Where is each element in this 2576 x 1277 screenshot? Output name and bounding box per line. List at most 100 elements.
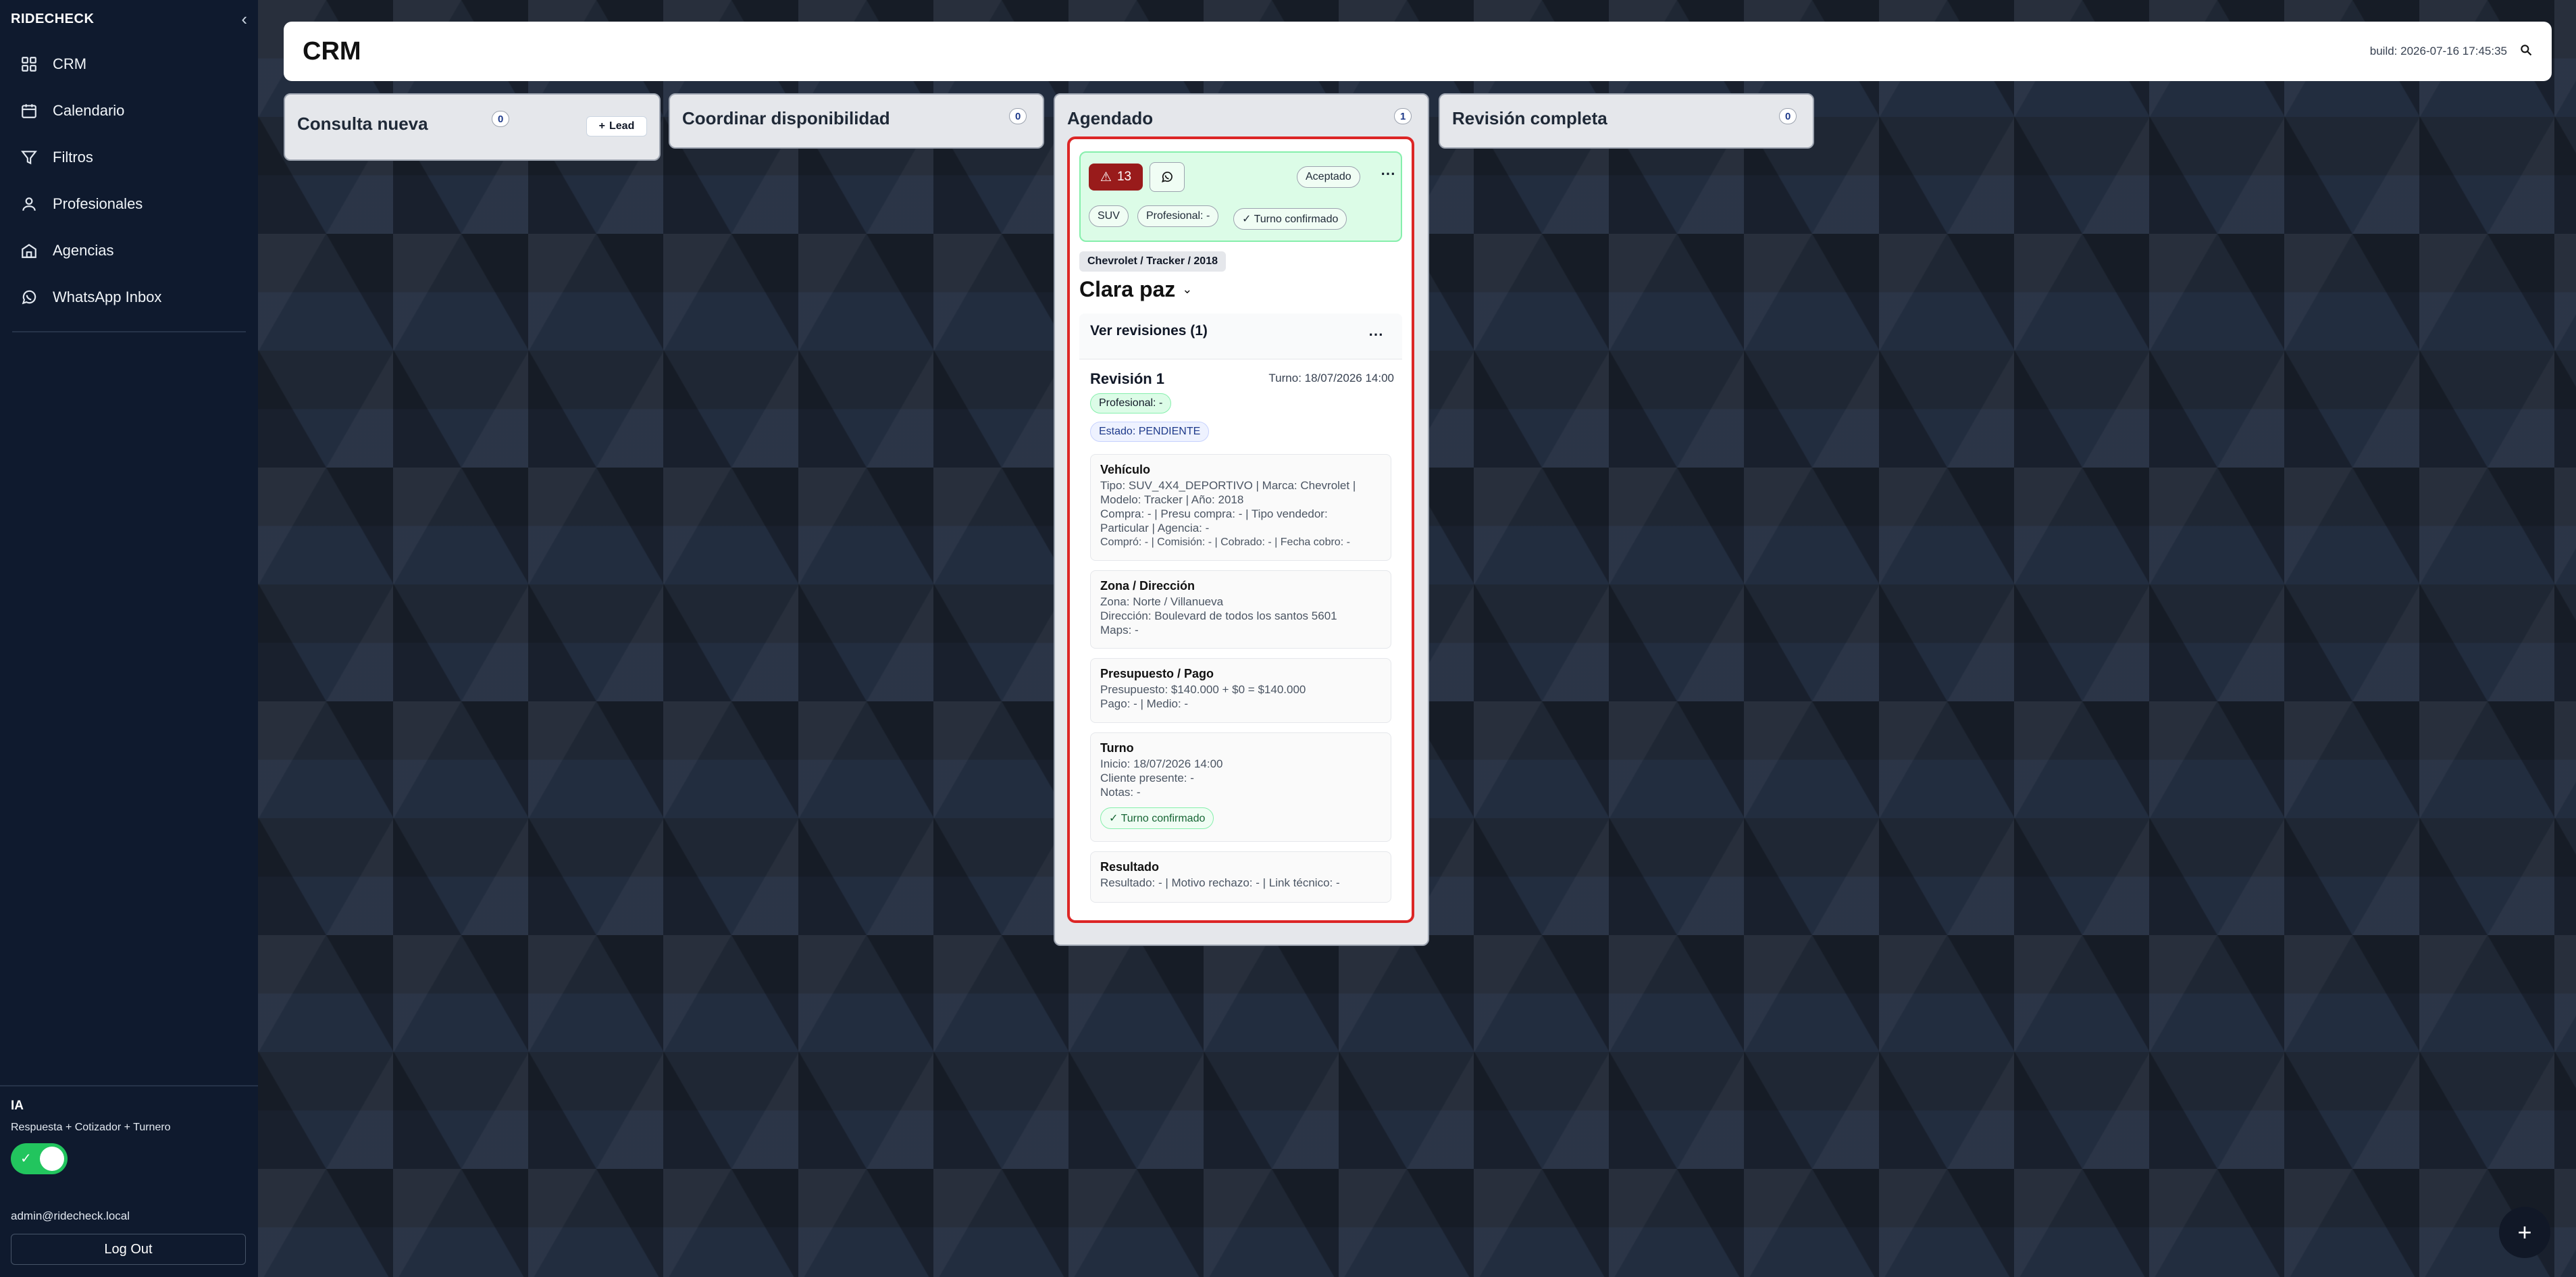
column-count-badge: 1 (1394, 108, 1412, 124)
sidebar-item-crm[interactable]: CRM (11, 41, 247, 87)
ia-toggle[interactable]: ✓ (11, 1143, 68, 1174)
section-resultado: Resultado Resultado: - | Motivo rechazo:… (1090, 851, 1391, 903)
section-title: Resultado (1100, 860, 1160, 874)
ia-subtitle: Respuesta + Cotizador + Turnero (11, 1122, 171, 1133)
client-name[interactable]: Clara paz ⌄ (1079, 277, 1192, 302)
sidebar-header: RIDECHECK ‹ (11, 9, 247, 30)
chevron-left-icon[interactable]: ‹ (241, 9, 247, 30)
section-turno: Turno Inicio: 18/07/2026 14:00 Cliente p… (1090, 732, 1391, 842)
header-right: build: 2026-07-16 17:45:35 (2370, 43, 2533, 60)
section-line: Cliente presente: - (1100, 772, 1194, 784)
card-status-area: ⚠ 13 Aceptado ⋯ SUV Profesional: - ✓ Tur… (1079, 151, 1402, 242)
brand-logo: RIDECHECK (11, 11, 95, 26)
professional-tag: Profesional: - (1137, 205, 1219, 227)
card-more-menu[interactable]: ⋯ (1381, 165, 1396, 182)
vehicle-type-tag: SUV (1089, 205, 1129, 227)
calendar-icon (22, 103, 36, 118)
chevron-down-icon: ⌄ (1182, 282, 1193, 296)
turno-confirmado-badge: ✓ Turno confirmado (1100, 807, 1214, 829)
section-vehiculo: Vehículo Tipo: SUV_4X4_DEPORTIVO | Marca… (1090, 454, 1391, 561)
warning-icon: ⚠ (1100, 170, 1112, 184)
revisions-header[interactable]: Ver revisiones (1) ⋯ (1079, 314, 1402, 359)
sidebar-item-label: Calendario (53, 101, 125, 119)
user-email: admin@ridecheck.local (11, 1209, 130, 1222)
section-line: Maps: - (1100, 624, 1139, 636)
revision-estado-badge: Estado: PENDIENTE (1090, 422, 1210, 442)
plus-icon: + (598, 120, 605, 132)
section-line: Compró: - | Comisión: - | Cobrado: - | F… (1100, 536, 1350, 548)
section-line: Presupuesto: $140.000 + $0 = $140.000 (1100, 683, 1306, 696)
revision-title: Revisión 1 (1090, 370, 1165, 387)
section-title: Zona / Dirección (1100, 579, 1195, 593)
column-count-badge: 0 (1779, 108, 1797, 124)
section-line: Particular | Agencia: - (1100, 522, 1210, 534)
add-fab-button[interactable]: + (2499, 1207, 2550, 1258)
sidebar-item-whatsapp-inbox[interactable]: WhatsApp Inbox (11, 274, 247, 320)
revision-detail: Revisión 1 Turno: 18/07/2026 14:00 Profe… (1079, 359, 1402, 916)
column-consulta-nueva: Consulta nueva 0 + Lead (284, 93, 661, 161)
sidebar: RIDECHECK ‹ CRM Calendario Filtros Profe… (0, 0, 258, 1277)
whatsapp-button[interactable] (1150, 162, 1185, 192)
revisions-title: Ver revisiones (1) (1090, 323, 1208, 339)
sidebar-item-label: Profesionales (53, 195, 143, 212)
sidebar-nav: CRM Calendario Filtros Profesionales Age… (11, 41, 247, 320)
lead-card[interactable]: ⚠ 13 Aceptado ⋯ SUV Profesional: - ✓ Tur… (1067, 136, 1414, 923)
turno-confirmado-badge: ✓ Turno confirmado (1233, 208, 1347, 230)
revision-professional-badge: Profesional: - (1090, 393, 1172, 414)
alert-badge[interactable]: ⚠ 13 (1089, 164, 1143, 191)
whatsapp-icon (22, 290, 36, 304)
column-count-badge: 0 (492, 111, 510, 127)
whatsapp-icon (1162, 172, 1173, 182)
add-lead-button[interactable]: + Lead (586, 116, 647, 136)
building-icon (22, 243, 36, 258)
add-lead-label: Lead (609, 120, 635, 132)
sidebar-item-agencias[interactable]: Agencias (11, 227, 247, 274)
section-presupuesto: Presupuesto / Pago Presupuesto: $140.000… (1090, 658, 1391, 723)
filter-icon (21, 150, 37, 164)
section-title: Presupuesto / Pago (1100, 667, 1214, 680)
section-line: Inicio: 18/07/2026 14:00 (1100, 757, 1223, 770)
column-title: Coordinar disponibilidad (682, 108, 890, 128)
ia-title: IA (11, 1099, 24, 1113)
build-info: build: 2026-07-16 17:45:35 (2369, 45, 2507, 57)
logout-button[interactable]: Log Out (11, 1234, 246, 1265)
section-title: Turno (1100, 741, 1134, 755)
column-title: Agendado (1067, 108, 1154, 128)
revisions-panel: Ver revisiones (1) ⋯ Revisión 1 Turno: 1… (1079, 314, 1402, 916)
section-zona: Zona / Dirección Zona: Norte / Villanuev… (1090, 570, 1391, 649)
status-badge[interactable]: Aceptado (1297, 166, 1360, 188)
check-icon: ✓ (20, 1151, 32, 1166)
sidebar-item-label: Filtros (53, 148, 93, 166)
user-icon (22, 197, 36, 211)
column-count-badge: 0 (1009, 108, 1027, 124)
section-line: Zona: Norte / Villanueva (1100, 595, 1224, 608)
sidebar-divider (12, 331, 246, 332)
search-icon[interactable] (2519, 43, 2533, 60)
sidebar-item-calendario[interactable]: Calendario (11, 87, 247, 134)
revision-turno: Turno: 18/07/2026 14:00 (1268, 372, 1394, 384)
toggle-knob (40, 1147, 64, 1171)
section-line: Notas: - (1100, 786, 1141, 799)
sidebar-item-label: CRM (53, 55, 87, 72)
column-title: Consulta nueva (297, 114, 428, 134)
page-title: CRM (303, 36, 361, 66)
sidebar-item-label: Agencias (53, 241, 114, 259)
page-header: CRM build: 2026-07-16 17:45:35 (284, 22, 2552, 81)
client-name-text: Clara paz (1079, 277, 1176, 301)
grid-icon (22, 56, 36, 72)
section-line: Modelo: Tracker | Año: 2018 (1100, 493, 1244, 506)
column-title: Revisión completa (1452, 108, 1607, 128)
vehicle-tag: Chevrolet / Tracker / 2018 (1079, 251, 1226, 272)
section-line: Compra: - | Presu compra: - | Tipo vende… (1100, 507, 1328, 520)
revisions-more-menu[interactable]: ⋯ (1368, 326, 1384, 343)
section-line: Tipo: SUV_4X4_DEPORTIVO | Marca: Chevrol… (1100, 479, 1356, 492)
section-line: Resultado: - | Motivo rechazo: - | Link … (1100, 876, 1340, 889)
alert-count: 13 (1116, 170, 1132, 184)
sidebar-item-filtros[interactable]: Filtros (11, 134, 247, 180)
sidebar-item-profesionales[interactable]: Profesionales (11, 180, 247, 227)
sidebar-footer-divider (0, 1085, 258, 1086)
column-coordinar-disponibilidad: Coordinar disponibilidad 0 (669, 93, 1044, 149)
section-line: Dirección: Boulevard de todos los santos… (1100, 609, 1337, 622)
column-revision-completa: Revisión completa 0 (1439, 93, 1814, 149)
section-title: Vehículo (1100, 463, 1151, 476)
